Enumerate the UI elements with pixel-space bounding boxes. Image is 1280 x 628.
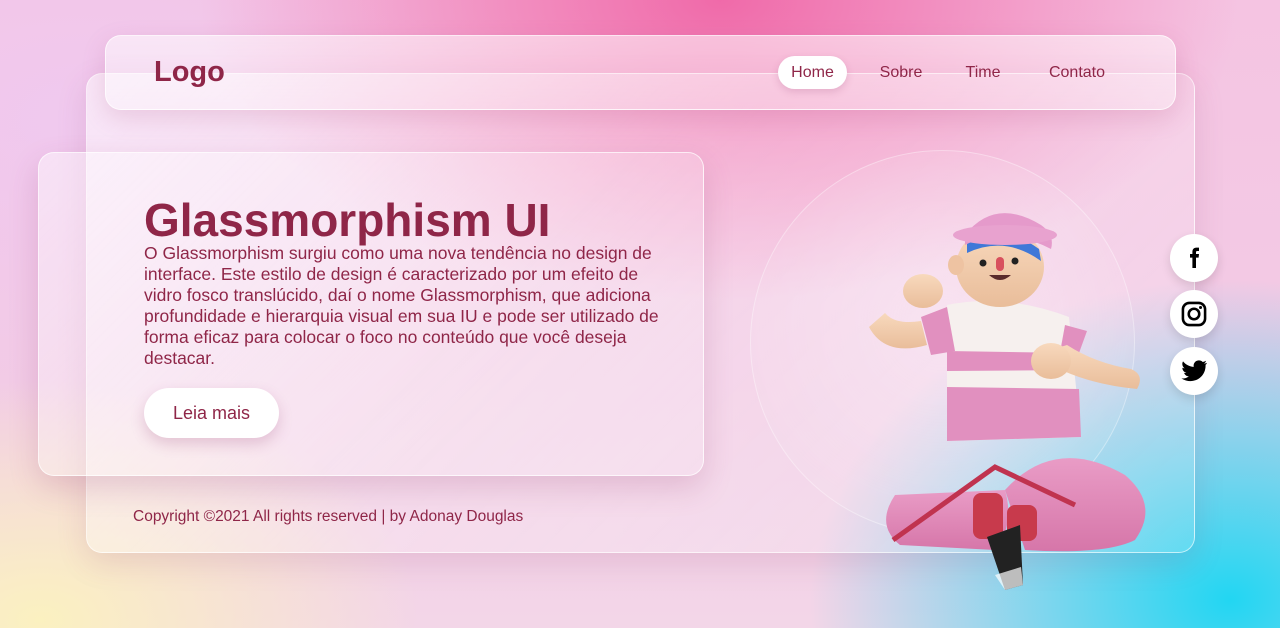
nav-item-home[interactable]: Home bbox=[778, 56, 847, 89]
twitter-icon bbox=[1181, 360, 1207, 382]
hero-glass-card: Glassmorphism UI O Glassmorphism surgiu … bbox=[38, 152, 704, 476]
logo[interactable]: Logo bbox=[154, 56, 225, 89]
hero-title: Glassmorphism UI bbox=[144, 194, 551, 246]
instagram-icon bbox=[1181, 301, 1207, 327]
hero-description: O Glassmorphism surgiu como uma nova ten… bbox=[144, 243, 659, 368]
instagram-button[interactable] bbox=[1170, 290, 1218, 338]
character-illustration bbox=[869, 213, 1146, 590]
nav-item-time[interactable]: Time bbox=[949, 56, 1017, 89]
navbar: Logo Home Sobre Time Contato bbox=[105, 35, 1176, 110]
read-more-button[interactable]: Leia mais bbox=[144, 388, 279, 438]
nav-item-contato[interactable]: Contato bbox=[1031, 56, 1123, 89]
nav-item-sobre[interactable]: Sobre bbox=[865, 56, 937, 89]
twitter-button[interactable] bbox=[1170, 347, 1218, 395]
copyright-text: Copyright ©2021 All rights reserved | by… bbox=[133, 508, 524, 525]
facebook-icon bbox=[1190, 247, 1199, 268]
facebook-button[interactable] bbox=[1170, 234, 1218, 282]
